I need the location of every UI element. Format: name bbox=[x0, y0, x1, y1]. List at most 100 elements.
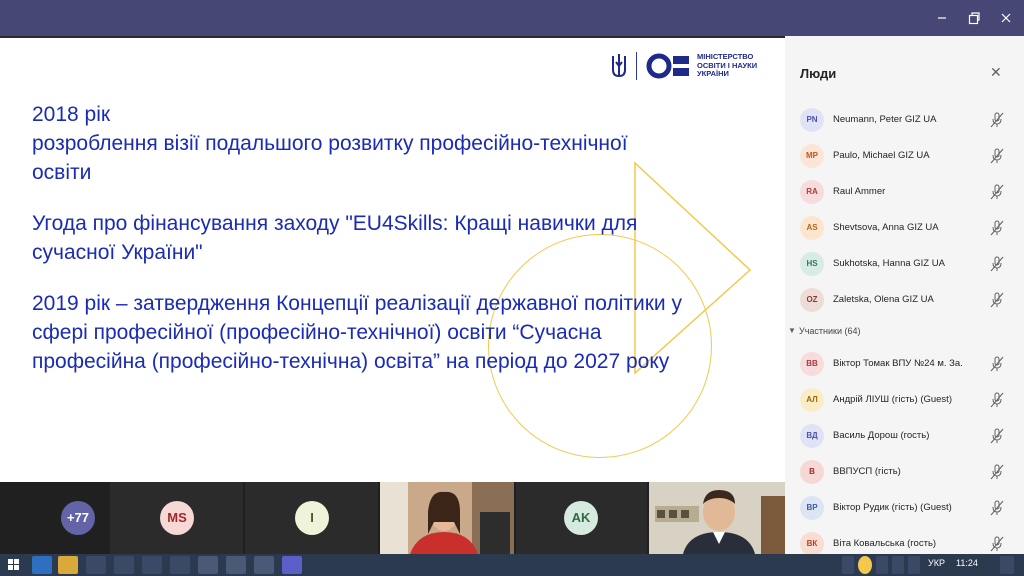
tray-app-icon[interactable] bbox=[842, 556, 854, 574]
organizer-item[interactable]: MP Paulo, Michael GIZ UA bbox=[785, 138, 1024, 174]
minimize-icon[interactable] bbox=[932, 8, 952, 28]
participant-item[interactable]: ВД Василь Дорош (гость) bbox=[785, 418, 1024, 454]
avatar: AS bbox=[800, 216, 824, 240]
keyboard-language[interactable]: УКР bbox=[928, 558, 945, 568]
avatar: OZ bbox=[800, 288, 824, 312]
save-app-icon[interactable] bbox=[142, 556, 162, 574]
participant-name: Zaletska, Olena GIZ UA bbox=[833, 294, 934, 305]
participant-name: Paulo, Michael GIZ UA bbox=[833, 150, 930, 161]
participant-tile[interactable]: I bbox=[245, 482, 378, 554]
participant-name: Андрій ЛІУШ (гість) (Guest) bbox=[833, 394, 952, 405]
participants-section-header[interactable]: ▼ Участники (64) bbox=[785, 324, 1024, 340]
people-panel: Люди ✕ PN Neumann, Peter GIZ UA MP Paulo… bbox=[785, 36, 1024, 556]
muted-mic-icon[interactable] bbox=[990, 184, 1004, 200]
participant-video-man[interactable] bbox=[649, 482, 785, 554]
ministry-logo: МІНІСТЕРСТВО ОСВІТИ І НАУКИ УКРАЇНИ bbox=[610, 50, 767, 82]
participant-item[interactable]: ВВ Віктор Томак ВПУ №24 м. За. bbox=[785, 346, 1024, 382]
participant-name: Віта Ковальська (гость) bbox=[833, 538, 937, 549]
participant-item[interactable]: ВР Віктор Рудик (гість) (Guest) bbox=[785, 490, 1024, 526]
windows-taskbar: УКР 11:24 bbox=[0, 554, 1024, 576]
logo-line: УКРАЇНИ bbox=[697, 69, 729, 79]
teams-icon[interactable] bbox=[282, 556, 302, 574]
avatar: ВР bbox=[800, 496, 824, 520]
tray-app-icon[interactable] bbox=[858, 556, 872, 574]
slide-line: освіти bbox=[32, 161, 92, 184]
slide-body: 2018 рік розроблення візії подальшого ро… bbox=[32, 100, 782, 376]
participant-name: Neumann, Peter GIZ UA bbox=[833, 114, 937, 125]
file-explorer-icon[interactable] bbox=[58, 556, 78, 574]
clock[interactable]: 11:24 bbox=[956, 558, 978, 568]
avatar: АЛ bbox=[800, 388, 824, 412]
organizer-item[interactable]: HS Sukhotska, Hanna GIZ UA bbox=[785, 246, 1024, 282]
logo-divider bbox=[636, 52, 637, 80]
participant-name: Shevtsova, Anna GIZ UA bbox=[833, 222, 939, 233]
panel-title: Люди bbox=[800, 66, 837, 81]
participant-tile[interactable]: AK bbox=[516, 482, 647, 554]
avatar: PN bbox=[800, 108, 824, 132]
printer-icon[interactable] bbox=[170, 556, 190, 574]
zoom-icon[interactable] bbox=[254, 556, 274, 574]
avatar: ВВ bbox=[800, 352, 824, 376]
chrome-icon[interactable] bbox=[226, 556, 246, 574]
shared-presentation: МІНІСТЕРСТВО ОСВІТИ І НАУКИ УКРАЇНИ 2018… bbox=[0, 36, 785, 482]
trident-icon bbox=[612, 54, 626, 78]
participant-name: Sukhotska, Hanna GIZ UA bbox=[833, 258, 945, 269]
organizer-item[interactable]: PN Neumann, Peter GIZ UA bbox=[785, 102, 1024, 138]
windows-start-icon[interactable] bbox=[4, 556, 24, 574]
video-feed-image bbox=[649, 482, 785, 554]
restore-icon[interactable] bbox=[964, 8, 984, 28]
video-feed-image bbox=[380, 482, 514, 554]
organizer-item[interactable]: OZ Zaletska, Olena GIZ UA bbox=[785, 282, 1024, 318]
close-icon[interactable] bbox=[996, 8, 1016, 28]
wifi-icon[interactable] bbox=[908, 556, 920, 574]
participant-name: ВВПУСП (гість) bbox=[833, 466, 901, 477]
avatar: RA bbox=[800, 180, 824, 204]
notifications-icon[interactable] bbox=[1000, 556, 1014, 574]
mail-icon[interactable] bbox=[114, 556, 134, 574]
muted-mic-icon[interactable] bbox=[990, 428, 1004, 444]
store-icon[interactable] bbox=[86, 556, 106, 574]
edge-icon[interactable] bbox=[32, 556, 52, 574]
slide-line: сучасної України" bbox=[32, 241, 203, 264]
muted-mic-icon[interactable] bbox=[990, 500, 1004, 516]
muted-mic-icon[interactable] bbox=[990, 148, 1004, 164]
participant-video-woman[interactable] bbox=[380, 482, 514, 554]
muted-mic-icon[interactable] bbox=[990, 356, 1004, 372]
participant-name: Віктор Рудик (гість) (Guest) bbox=[833, 502, 952, 513]
muted-mic-icon[interactable] bbox=[990, 220, 1004, 236]
slide-line: 2018 рік bbox=[32, 103, 111, 126]
avatar: ВК bbox=[800, 532, 824, 556]
slide-line: Угода про фінансування заходу "EU4Skills… bbox=[32, 212, 638, 235]
muted-mic-icon[interactable] bbox=[990, 292, 1004, 308]
overflow-tile[interactable]: +77 bbox=[0, 482, 108, 554]
avatar: AK bbox=[564, 501, 598, 535]
avatar: ВД bbox=[800, 424, 824, 448]
participant-name: Віктор Томак ВПУ №24 м. За. bbox=[833, 358, 963, 369]
participant-item[interactable]: В ВВПУСП (гість) bbox=[785, 454, 1024, 490]
avatar: HS bbox=[800, 252, 824, 276]
avatar: MS bbox=[160, 501, 194, 535]
volume-icon[interactable] bbox=[892, 556, 904, 574]
avatar: I bbox=[295, 501, 329, 535]
window-title-bar bbox=[0, 0, 1024, 36]
overflow-count-badge[interactable]: +77 bbox=[61, 501, 95, 535]
muted-mic-icon[interactable] bbox=[990, 392, 1004, 408]
organizer-item[interactable]: AS Shevtsova, Anna GIZ UA bbox=[785, 210, 1024, 246]
muted-mic-icon[interactable] bbox=[990, 112, 1004, 128]
participant-name: Василь Дорош (гость) bbox=[833, 430, 930, 441]
muted-mic-icon[interactable] bbox=[990, 464, 1004, 480]
network-icon[interactable] bbox=[876, 556, 888, 574]
chevron-down-icon[interactable]: ▼ bbox=[788, 326, 796, 335]
participant-video-strip: +77 MS I AK bbox=[0, 482, 785, 554]
slide-line: сфері професійної (професійно-технічної)… bbox=[32, 321, 602, 344]
avatar: В bbox=[800, 460, 824, 484]
ministry-mark-icon bbox=[646, 53, 689, 79]
slide-line: професійна (професійно-технічна) освіта”… bbox=[32, 350, 670, 373]
participant-tile[interactable]: MS bbox=[110, 482, 243, 554]
photos-icon[interactable] bbox=[198, 556, 218, 574]
muted-mic-icon[interactable] bbox=[990, 256, 1004, 272]
muted-mic-icon[interactable] bbox=[990, 536, 1004, 552]
organizer-item[interactable]: RA Raul Ammer bbox=[785, 174, 1024, 210]
participant-item[interactable]: АЛ Андрій ЛІУШ (гість) (Guest) bbox=[785, 382, 1024, 418]
close-icon[interactable]: ✕ bbox=[990, 65, 1002, 81]
